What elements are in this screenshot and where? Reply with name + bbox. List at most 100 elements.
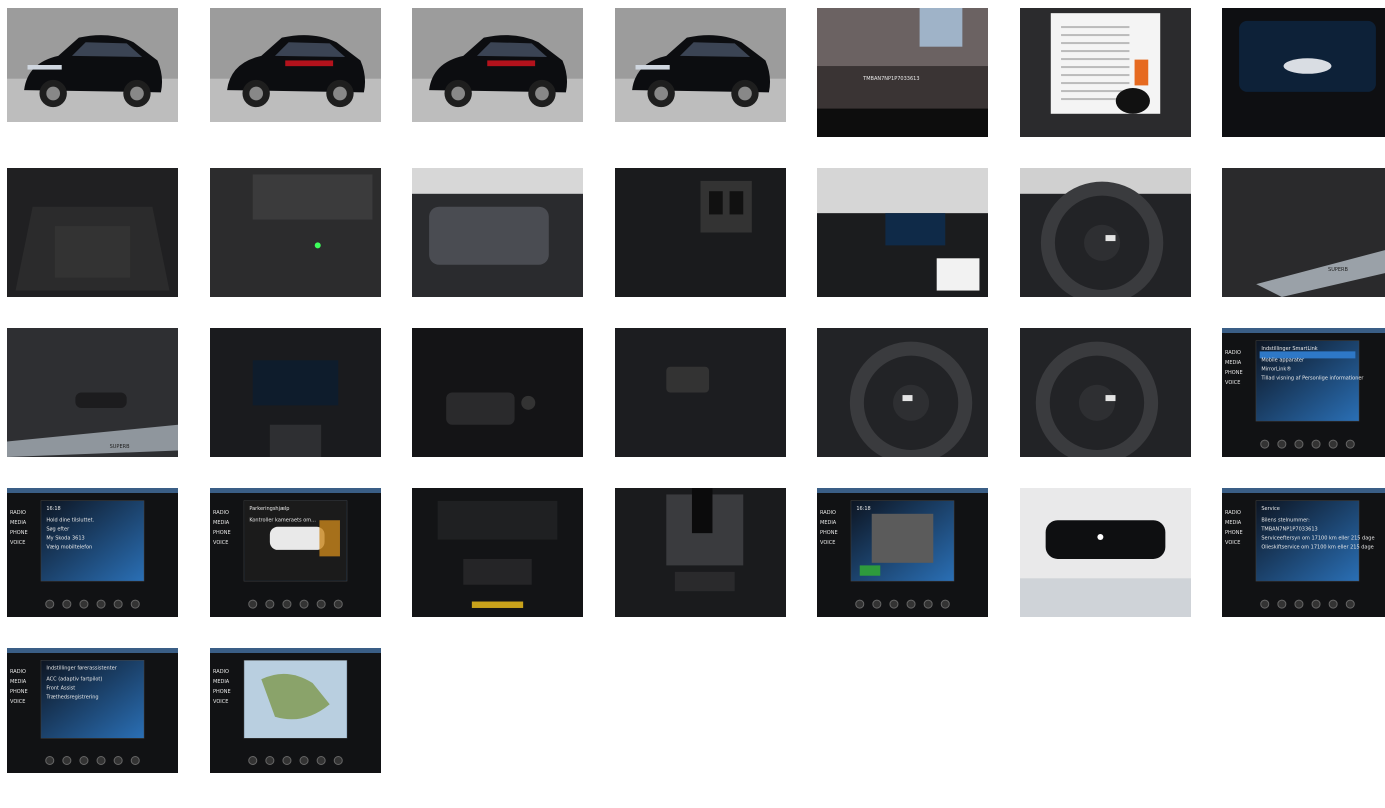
vin-plate-photo-image: TMBAN7NP1P7033613 bbox=[817, 8, 988, 137]
dashboard-photo-image bbox=[817, 168, 988, 297]
window-switches-photo[interactable] bbox=[412, 328, 583, 457]
menu-label: VOICE bbox=[1225, 380, 1240, 386]
rear-seats-photo[interactable] bbox=[412, 168, 583, 297]
steering-wheel-photo[interactable] bbox=[1019, 168, 1191, 297]
gallery-cell bbox=[614, 488, 786, 648]
infotainment-map-photo[interactable]: RADIO MEDIA PHONE VOICE bbox=[209, 648, 381, 773]
steering-left-buttons-photo[interactable] bbox=[817, 328, 988, 457]
menu-label: PHONE bbox=[10, 530, 28, 536]
menu-label: MEDIA bbox=[213, 679, 230, 685]
menu-label: PHONE bbox=[820, 530, 838, 536]
menu-label: PHONE bbox=[1225, 370, 1243, 376]
screen-line: My Skoda 3613 bbox=[46, 536, 84, 542]
seat-controls-photo-image: SUPERB bbox=[7, 328, 178, 457]
car-rear-left-photo[interactable] bbox=[209, 8, 381, 122]
menu-label: RADIO bbox=[213, 669, 229, 675]
gallery-cell bbox=[209, 328, 381, 488]
gallery-cell bbox=[1019, 168, 1191, 328]
screen-line: ACC (adaptiv fartpilot) bbox=[46, 677, 102, 683]
infotainment-car-photo[interactable]: RADIO MEDIA PHONE VOICE 16:18 bbox=[817, 488, 988, 617]
trunk-sill-photo[interactable] bbox=[209, 168, 381, 297]
infotainment-service-photo[interactable]: RADIO MEDIA PHONE VOICE Service Bilens stelnu… bbox=[1222, 488, 1385, 617]
menu-label: VOICE bbox=[10, 540, 25, 546]
center-console-photo[interactable] bbox=[209, 328, 381, 457]
gallery-cell: RADIO MEDIA PHONE VOICE Service Bilens stelnu… bbox=[1222, 488, 1385, 648]
car-rear-photo-image bbox=[412, 8, 583, 122]
gear-selector-photo[interactable] bbox=[614, 488, 786, 617]
menu-label: MEDIA bbox=[820, 520, 837, 526]
trunk-photo[interactable] bbox=[7, 168, 178, 297]
menu-label: RADIO bbox=[820, 510, 836, 516]
gallery-cell bbox=[614, 328, 786, 488]
screen-line: Vælg mobiltelefon bbox=[46, 545, 92, 551]
menu-label: PHONE bbox=[1225, 530, 1243, 536]
screen-line: Kontroller kameraets om... bbox=[249, 518, 316, 524]
car-rear-left-photo-image bbox=[209, 8, 381, 122]
screen-line: TMBAN7NP1P7033613 bbox=[1260, 527, 1317, 533]
infotainment-phone-photo[interactable]: RADIO MEDIA PHONE VOICE 16:18 Hold dine tilsl… bbox=[7, 488, 178, 617]
vin-plate-photo[interactable]: TMBAN7NP1P7033613 bbox=[817, 8, 988, 137]
infotainment-phone-photo-image: RADIO MEDIA PHONE VOICE 16:18 Hold dine tilsl… bbox=[7, 488, 178, 617]
photo-gallery-grid: TMBAN7NP1P7033613 SUPERB SUPERB RADIO MEDIA P… bbox=[7, 8, 1385, 808]
car-front-left-photo[interactable] bbox=[7, 8, 178, 122]
gallery-cell bbox=[7, 168, 178, 328]
documents-and-keys-photo-image bbox=[1019, 8, 1191, 137]
infotainment-assist-photo[interactable]: RADIO MEDIA PHONE VOICE Indstillinger førera… bbox=[7, 648, 178, 773]
gallery-cell bbox=[412, 328, 583, 488]
infotainment-smartlink-photo[interactable]: RADIO MEDIA PHONE VOICE Indstillinger SmartL… bbox=[1222, 328, 1385, 457]
gallery-cell bbox=[1222, 8, 1385, 168]
rear-view-mirror-photo-image bbox=[1019, 488, 1191, 617]
trunk-photo-image bbox=[7, 168, 178, 297]
menu-label: VOICE bbox=[213, 540, 228, 546]
gallery-cell: SUPERB bbox=[1222, 168, 1385, 328]
menu-label: PHONE bbox=[10, 689, 28, 695]
infotainment-service-photo-image: RADIO MEDIA PHONE VOICE Service Bilens stelnu… bbox=[1222, 488, 1385, 617]
door-sill-photo-image: SUPERB bbox=[1222, 168, 1385, 297]
digital-cockpit-photo[interactable] bbox=[1222, 8, 1385, 137]
menu-label: VOICE bbox=[213, 699, 228, 705]
rear-vents-photo[interactable] bbox=[614, 168, 786, 297]
infotainment-parking-photo[interactable]: RADIO MEDIA PHONE VOICE Parkeringshjælp Kontr… bbox=[209, 488, 381, 617]
gallery-cell bbox=[614, 168, 786, 328]
screen-line: MirrorLink® bbox=[1261, 366, 1291, 373]
car-front-photo[interactable] bbox=[614, 8, 786, 122]
seat-controls-photo[interactable]: SUPERB bbox=[7, 328, 178, 457]
menu-label: VOICE bbox=[820, 540, 835, 546]
car-rear-photo[interactable] bbox=[412, 8, 583, 122]
screen-line: Søg efter bbox=[46, 527, 70, 533]
infotainment-map-photo-image: RADIO MEDIA PHONE VOICE bbox=[209, 648, 381, 773]
steering-right-buttons-photo-image bbox=[1019, 328, 1191, 457]
rear-seats-photo-image bbox=[412, 168, 583, 297]
car-front-left-photo-image bbox=[7, 8, 178, 122]
climate-controls-photo[interactable] bbox=[412, 488, 583, 617]
documents-and-keys-photo[interactable] bbox=[1019, 8, 1191, 137]
gallery-cell: RADIO MEDIA PHONE VOICE Parkeringshjælp Kontr… bbox=[209, 488, 381, 648]
infotainment-car-photo-image: RADIO MEDIA PHONE VOICE 16:18 bbox=[817, 488, 988, 617]
steering-right-buttons-photo[interactable] bbox=[1019, 328, 1191, 457]
screen-title: Indstillinger SmartLink bbox=[1261, 346, 1317, 352]
door-sill-photo[interactable]: SUPERB bbox=[1222, 168, 1385, 297]
screen-line: Serviceeftersyn om 17100 km eller 215 da… bbox=[1261, 536, 1374, 542]
infotainment-parking-photo-image: RADIO MEDIA PHONE VOICE Parkeringshjælp Kontr… bbox=[209, 488, 381, 617]
gallery-cell bbox=[412, 488, 583, 648]
screen-line: Front Assist bbox=[46, 686, 75, 692]
menu-label: MEDIA bbox=[213, 520, 230, 526]
light-switch-photo[interactable] bbox=[614, 328, 786, 457]
gallery-cell bbox=[412, 8, 583, 168]
menu-label: MEDIA bbox=[1225, 360, 1242, 366]
menu-label: PHONE bbox=[213, 689, 231, 695]
menu-label: VOICE bbox=[1225, 540, 1240, 546]
gallery-cell bbox=[817, 328, 988, 488]
dashboard-photo[interactable] bbox=[817, 168, 988, 297]
menu-label: MEDIA bbox=[1225, 520, 1242, 526]
menu-label: RADIO bbox=[10, 669, 26, 675]
rear-view-mirror-photo[interactable] bbox=[1019, 488, 1191, 617]
gallery-cell bbox=[614, 8, 786, 168]
screen-line: Træthedsregistrering bbox=[45, 695, 98, 701]
screen-title: Service bbox=[1261, 506, 1279, 512]
gallery-cell: SUPERB bbox=[7, 328, 178, 488]
menu-label: VOICE bbox=[10, 699, 25, 705]
menu-label: RADIO bbox=[213, 510, 229, 516]
car-front-photo-image bbox=[614, 8, 786, 122]
screen-line: Mobile apparater bbox=[1261, 358, 1305, 364]
